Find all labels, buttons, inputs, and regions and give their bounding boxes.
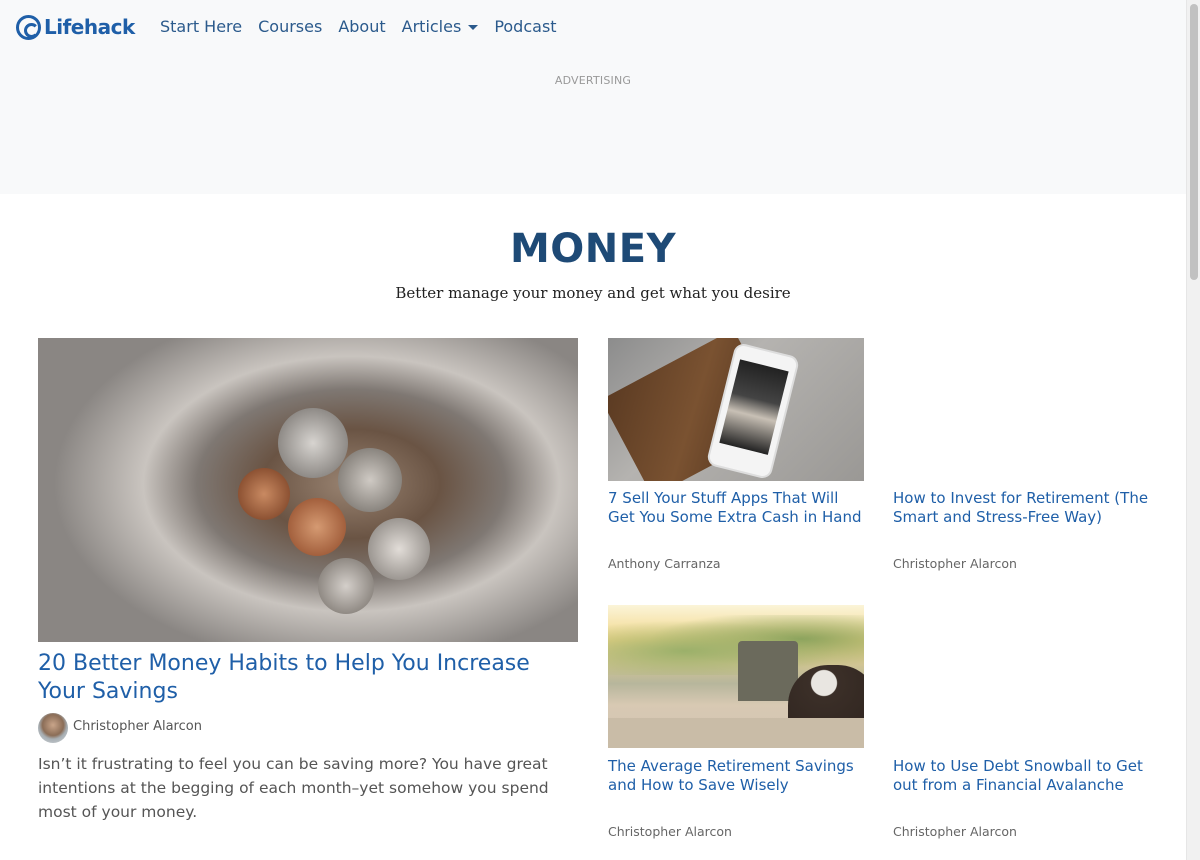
nav-courses[interactable]: Courses xyxy=(250,16,330,38)
coin-image-detail xyxy=(278,408,348,478)
article-image-retirement-savings[interactable] xyxy=(608,605,864,748)
page-scrollbar[interactable] xyxy=(1186,0,1200,860)
article-image-sell-apps[interactable] xyxy=(608,338,864,481)
coin-image-detail xyxy=(318,558,374,614)
nav-articles-dropdown[interactable]: Articles xyxy=(394,16,487,38)
lifehack-logo-icon xyxy=(16,14,41,40)
article-author-retirement-savings[interactable]: Christopher Alarcon xyxy=(608,824,732,839)
coin-image-detail xyxy=(288,498,346,556)
top-navigation-bar: Lifehack Start Here Courses About Articl… xyxy=(0,0,1186,194)
article-title-invest-retirement[interactable]: How to Invest for Retirement (The Smart … xyxy=(893,489,1149,527)
nav-about[interactable]: About xyxy=(330,16,393,38)
article-author-debt-snowball[interactable]: Christopher Alarcon xyxy=(893,824,1017,839)
nav-articles-label: Articles xyxy=(401,17,462,36)
article-title-retirement-savings[interactable]: The Average Retirement Savings and How t… xyxy=(608,757,864,795)
article-title-debt-snowball[interactable]: How to Use Debt Snowball to Get out from… xyxy=(893,757,1149,795)
main-nav: Start Here Courses About Articles Podcas… xyxy=(152,16,565,38)
article-author-invest-retirement[interactable]: Christopher Alarcon xyxy=(893,556,1017,571)
featured-article-excerpt: Isn’t it frustrating to feel you can be … xyxy=(38,755,549,821)
author-avatar xyxy=(38,713,68,743)
article-title-sell-apps[interactable]: 7 Sell Your Stuff Apps That Will Get You… xyxy=(608,489,864,527)
scrollbar-thumb[interactable] xyxy=(1190,4,1198,280)
caret-down-icon xyxy=(468,24,479,30)
coin-image-detail xyxy=(368,518,430,580)
article-author-sell-apps[interactable]: Anthony Carranza xyxy=(608,556,721,571)
category-subtitle: Better manage your money and get what yo… xyxy=(395,284,791,302)
ground-image-detail xyxy=(608,718,864,748)
coin-image-detail xyxy=(238,468,290,520)
nav-podcast[interactable]: Podcast xyxy=(486,16,564,38)
featured-article-image[interactable] xyxy=(38,338,578,642)
advertising-label: ADVERTISING xyxy=(554,74,632,87)
category-title: MONEY xyxy=(509,226,677,272)
site-logo-text: Lifehack xyxy=(44,15,135,39)
featured-article-author[interactable]: Christopher Alarcon xyxy=(73,719,202,734)
coin-image-detail xyxy=(338,448,402,512)
featured-article-title[interactable]: 20 Better Money Habits to Help You Incre… xyxy=(38,650,583,706)
nav-start-here[interactable]: Start Here xyxy=(152,16,250,38)
site-logo[interactable]: Lifehack xyxy=(16,14,135,40)
